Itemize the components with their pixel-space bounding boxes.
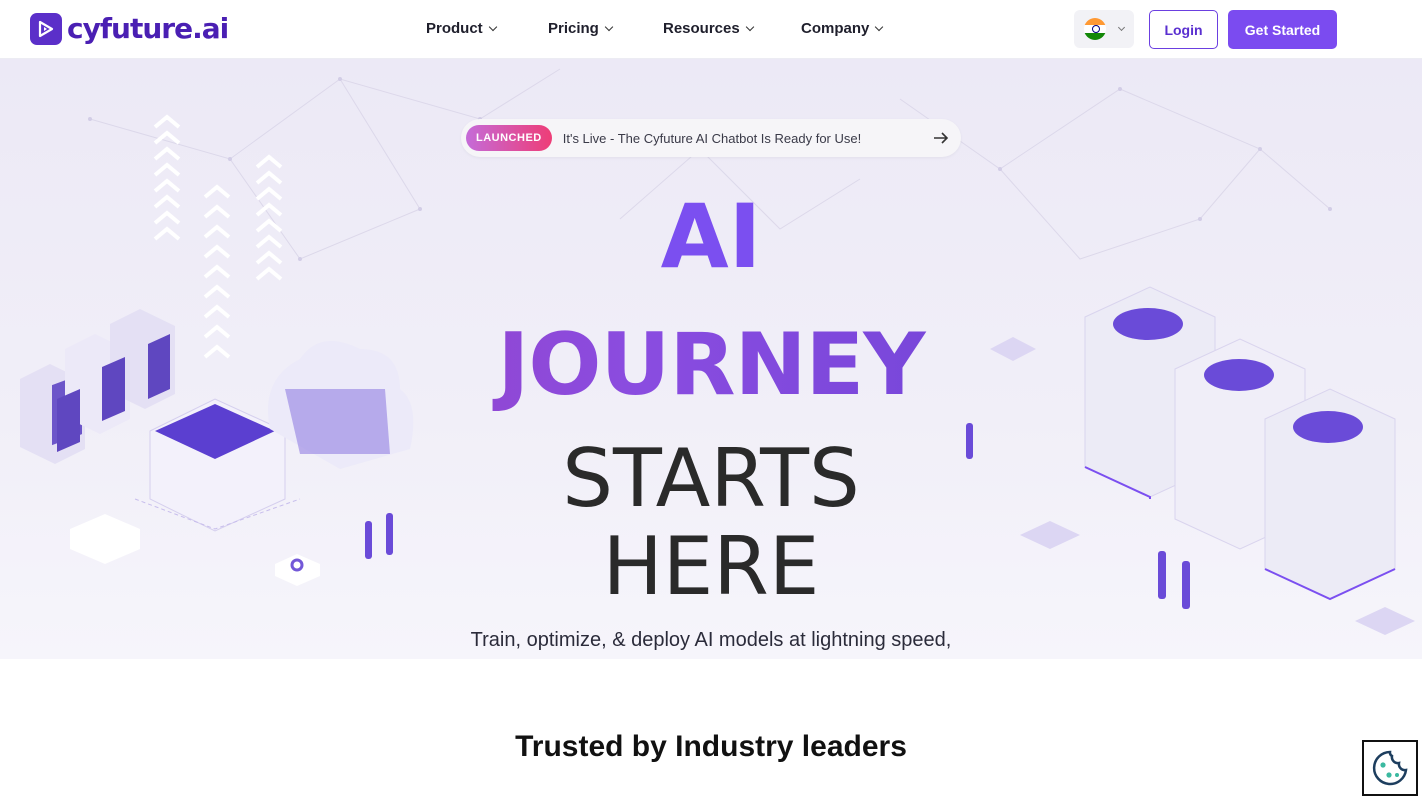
logo-play-icon <box>30 13 62 45</box>
cookie-icon <box>1372 750 1408 786</box>
hero-heading-line2: JOURNEY <box>0 315 1422 415</box>
chevron-down-icon <box>1117 23 1126 32</box>
hero-heading-line4: HERE <box>602 520 820 613</box>
brand-name: cyfuture.ai <box>67 12 229 45</box>
nav-pricing[interactable]: Pricing <box>548 20 614 37</box>
chevron-down-icon <box>488 22 497 32</box>
brand-logo[interactable]: cyfuture.ai <box>30 12 229 46</box>
chevron-down-icon <box>604 22 614 32</box>
hero-section: LAUNCHED It's Live - The Cyfuture AI Cha… <box>0 59 1422 659</box>
hero-subtitle: Train, optimize, & deploy AI models at l… <box>470 629 952 651</box>
cookie-settings-button[interactable] <box>1362 740 1418 796</box>
india-flag-icon <box>1084 18 1106 40</box>
language-selector[interactable] <box>1074 10 1134 48</box>
nav-company[interactable]: Company <box>801 20 884 37</box>
get-started-button[interactable]: Get Started <box>1228 10 1337 49</box>
hero-heading-line3: STARTS <box>562 432 860 525</box>
chevron-down-icon <box>745 22 754 32</box>
hero-heading-line1: AI <box>660 185 762 288</box>
announcement-text: It's Live - The Cyfuture AI Chatbot Is R… <box>562 130 862 146</box>
nav-product-label: Product <box>426 20 483 37</box>
top-navbar: cyfuture.ai Product Pricing Resources Co… <box>0 0 1422 59</box>
nav-pricing-label: Pricing <box>548 20 599 37</box>
announcement-banner[interactable]: LAUNCHED It's Live - The Cyfuture AI Cha… <box>461 119 961 157</box>
nav-resources[interactable]: Resources <box>663 20 754 37</box>
chevron-down-icon <box>875 22 884 32</box>
nav-company-label: Company <box>801 20 870 37</box>
arrow-right-icon <box>934 132 949 144</box>
nav-resources-label: Resources <box>663 20 740 37</box>
login-button[interactable]: Login <box>1149 10 1218 49</box>
trusted-heading: Trusted by Industry leaders <box>515 730 907 763</box>
nav-product[interactable]: Product <box>426 20 497 37</box>
launched-badge: LAUNCHED <box>466 125 552 151</box>
